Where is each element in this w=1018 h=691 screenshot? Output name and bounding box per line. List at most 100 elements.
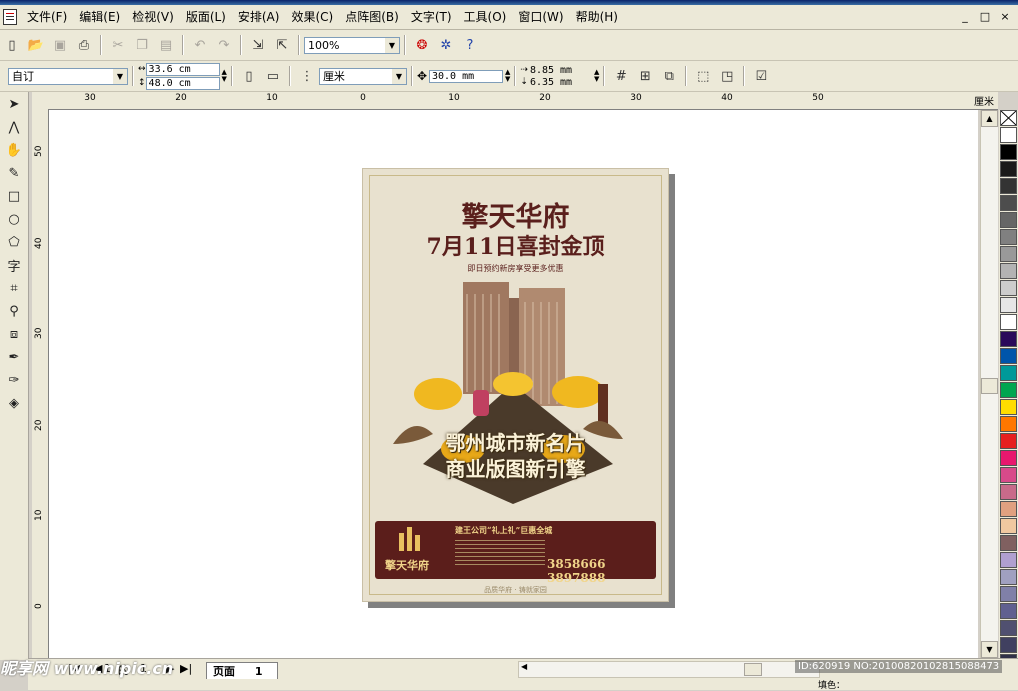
color-swatch[interactable] xyxy=(1000,535,1017,551)
shape-tool-icon[interactable]: ⋀ xyxy=(3,116,25,138)
table-tool-icon[interactable]: ⌗ xyxy=(3,277,25,299)
menu-file[interactable]: 文件(F) xyxy=(21,6,73,28)
scroll-up-icon[interactable]: ▲ xyxy=(981,110,998,127)
color-swatch[interactable] xyxy=(1000,297,1017,313)
chevron-down-icon[interactable]: ▼ xyxy=(385,37,399,53)
color-swatch[interactable] xyxy=(1000,552,1017,568)
nudge-spinner[interactable]: ▲ ▼ xyxy=(505,69,510,83)
color-swatch[interactable] xyxy=(1000,348,1017,364)
chevron-down-icon[interactable]: ▼ xyxy=(391,68,406,84)
menu-view[interactable]: 检视(V) xyxy=(126,6,180,28)
redo-icon[interactable]: ↷ xyxy=(214,35,234,55)
landscape-icon[interactable]: ▭ xyxy=(263,66,283,86)
minimize-button[interactable]: _ xyxy=(958,10,972,24)
snap-guidelines-icon[interactable]: ⊞ xyxy=(635,66,655,86)
color-swatch[interactable] xyxy=(1000,450,1017,466)
outline-tool-icon[interactable]: ✑ xyxy=(3,369,25,391)
corel-logo-icon[interactable]: ❂ xyxy=(412,35,432,55)
open-icon[interactable]: 📂 xyxy=(26,35,46,55)
chevron-down-icon[interactable]: ▼ xyxy=(113,68,127,84)
color-swatch[interactable] xyxy=(1000,365,1017,381)
menu-help[interactable]: 帮助(H) xyxy=(570,6,624,28)
new-icon[interactable]: ▯ xyxy=(2,35,22,55)
dup-x-field[interactable]: 8.85 mm xyxy=(528,65,592,76)
color-swatch[interactable] xyxy=(1000,195,1017,211)
pan-tool-icon[interactable]: ✋ xyxy=(3,139,25,161)
color-swatch[interactable] xyxy=(1000,637,1017,653)
color-swatch[interactable] xyxy=(1000,569,1017,585)
color-swatch[interactable] xyxy=(1000,246,1017,262)
poster-page[interactable]: 擎天华府 7月11日喜封金顶 即日预约新房享受更多优惠 鄂州城市新名片 商业版图… xyxy=(362,168,669,602)
color-swatch[interactable] xyxy=(1000,501,1017,517)
undo-icon[interactable]: ↶ xyxy=(190,35,210,55)
menu-edit[interactable]: 编辑(E) xyxy=(73,6,126,28)
color-swatch[interactable] xyxy=(1000,586,1017,602)
color-swatch[interactable] xyxy=(1000,399,1017,415)
menu-window[interactable]: 窗口(W) xyxy=(512,6,569,28)
dup-y-field[interactable]: 6.35 mm xyxy=(528,77,592,88)
menu-tools[interactable]: 工具(O) xyxy=(458,6,513,28)
color-swatch[interactable] xyxy=(1000,484,1017,500)
paste-icon[interactable]: ▤ xyxy=(156,35,176,55)
horizontal-scrollbar[interactable]: ◀ xyxy=(518,661,820,678)
print-icon[interactable]: ⎙ xyxy=(74,35,94,55)
scroll-thumb[interactable] xyxy=(981,378,998,394)
vertical-ruler[interactable]: 50 40 30 20 10 0 xyxy=(32,109,49,660)
color-swatch[interactable] xyxy=(1000,467,1017,483)
no-color-swatch[interactable] xyxy=(1000,110,1017,126)
polygon-tool-icon[interactable]: ⬠ xyxy=(3,231,25,253)
color-swatch[interactable] xyxy=(1000,212,1017,228)
color-swatch[interactable] xyxy=(1000,263,1017,279)
blend-tool-icon[interactable]: ⧈ xyxy=(3,323,25,345)
scroll-thumb[interactable] xyxy=(744,663,762,676)
color-swatch[interactable] xyxy=(1000,382,1017,398)
cut-icon[interactable]: ✂ xyxy=(108,35,128,55)
vertical-scrollbar[interactable]: ▲ ▼ xyxy=(980,110,998,658)
options-icon[interactable]: ☑ xyxy=(751,66,771,86)
page-height-field[interactable]: 48.0 cm xyxy=(145,76,220,90)
import-icon[interactable]: ⇲ xyxy=(248,35,268,55)
menu-text[interactable]: 文字(T) xyxy=(405,6,458,28)
text-tool-icon[interactable]: 字 xyxy=(3,254,25,276)
units-select[interactable]: 厘米 ▼ xyxy=(318,67,407,85)
nudge-field[interactable]: 30.0 mm xyxy=(429,69,503,83)
ellipse-tool-icon[interactable]: ○ xyxy=(3,208,25,230)
document-icon[interactable] xyxy=(3,9,17,25)
menu-bitmaps[interactable]: 点阵图(B) xyxy=(339,6,405,28)
color-swatch[interactable] xyxy=(1000,416,1017,432)
color-swatch[interactable] xyxy=(1000,127,1017,143)
menu-effects[interactable]: 效果(C) xyxy=(285,6,339,28)
treat-as-filled-icon[interactable]: ⬚ xyxy=(693,66,713,86)
rectangle-tool-icon[interactable]: □ xyxy=(3,185,25,207)
page-width-field[interactable]: 33.6 cm xyxy=(145,62,220,76)
draw-objects-icon[interactable]: ◳ xyxy=(717,66,737,86)
color-swatch[interactable] xyxy=(1000,518,1017,534)
color-swatch[interactable] xyxy=(1000,280,1017,296)
color-swatch[interactable] xyxy=(1000,331,1017,347)
horizontal-ruler[interactable]: 30 20 10 0 10 20 30 40 50 厘米 xyxy=(32,92,998,110)
color-swatch[interactable] xyxy=(1000,178,1017,194)
paper-preset-select[interactable]: 自订 ▼ xyxy=(8,67,128,85)
interactive-fill-tool-icon[interactable]: ⚲ xyxy=(3,300,25,322)
freehand-tool-icon[interactable]: ✎ xyxy=(3,162,25,184)
color-swatch[interactable] xyxy=(1000,620,1017,636)
color-swatch[interactable] xyxy=(1000,603,1017,619)
copy-icon[interactable]: ❐ xyxy=(132,35,152,55)
page-layout-icon[interactable]: ⋮ xyxy=(297,66,317,86)
snap-objects-icon[interactable]: ⧉ xyxy=(659,66,679,86)
snap-grid-icon[interactable]: # xyxy=(611,66,631,86)
scroll-down-icon[interactable]: ▼ xyxy=(981,641,998,658)
pick-tool-icon[interactable]: ➤ xyxy=(3,93,25,115)
export-icon[interactable]: ⇱ xyxy=(272,35,292,55)
page-tab[interactable]: 页面 1 xyxy=(206,662,278,679)
size-spinner[interactable]: ▲ ▼ xyxy=(222,69,227,83)
dup-spinner[interactable]: ▲ ▼ xyxy=(594,69,599,83)
scroll-left-icon[interactable]: ◀ xyxy=(521,662,527,671)
color-swatch[interactable] xyxy=(1000,161,1017,177)
color-swatch[interactable] xyxy=(1000,433,1017,449)
save-icon[interactable]: ▣ xyxy=(50,35,70,55)
color-swatch[interactable] xyxy=(1000,229,1017,245)
menu-arrange[interactable]: 安排(A) xyxy=(232,6,286,28)
add-page-icon[interactable]: ▶| xyxy=(180,662,192,675)
close-button[interactable]: × xyxy=(998,10,1012,24)
